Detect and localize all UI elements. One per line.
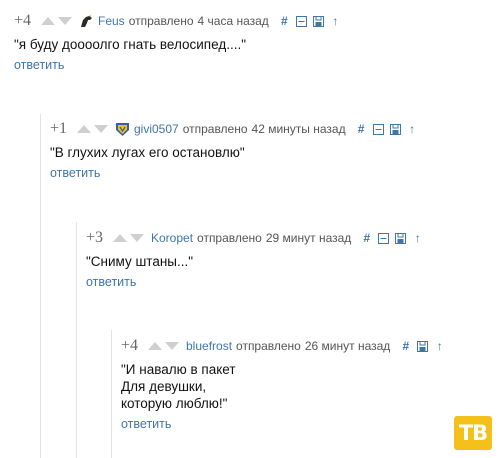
comment-time[interactable]: 29 минут назад [266,231,351,245]
collapse-icon[interactable] [378,232,390,245]
comment-text: "Сниму штаны..." [86,254,194,269]
vote-down-icon[interactable] [94,125,108,133]
parent-arrow-icon[interactable]: ↑ [412,231,423,245]
comment-feus: +4 Feus отправлено 4 часа назад # ↑ "я б… [14,12,347,74]
thread-line-2 [76,222,77,458]
vote-up-icon[interactable] [148,342,162,350]
save-icon[interactable] [395,232,407,245]
reply-link[interactable]: ответить [86,275,136,289]
comment-koropet: +3 Koropet отправлено 29 минут назад # ↑… [86,229,429,291]
comment-header: +4 Feus отправлено 4 часа назад # ↑ [14,12,347,30]
comment-header: +1 givi0507 отправлено 42 минуты назад #… [50,120,424,138]
comment-header: +4 bluefrost отправлено 26 минут назад #… [121,337,451,355]
comment-time[interactable]: 4 часа назад [198,14,269,28]
vote-down-icon[interactable] [130,234,144,242]
reply-link[interactable]: ответить [14,58,64,72]
parent-arrow-icon[interactable]: ↑ [434,339,445,353]
reply-link[interactable]: ответить [121,417,171,431]
comment-text: "И навалю в пакет Для девушки, которую л… [121,362,236,411]
parent-arrow-icon[interactable]: ↑ [407,122,418,136]
comment-author[interactable]: bluefrost [186,339,232,353]
comment-text: "я буду доооолго гнать велосипед...." [14,37,247,52]
comment-sent-label: отправлено [128,14,194,28]
vote-down-icon[interactable] [165,342,179,350]
comment-bluefrost: +4 bluefrost отправлено 26 минут назад #… [121,337,451,433]
permalink-icon[interactable]: # [356,122,367,136]
vote-down-icon[interactable] [58,17,72,25]
shield-badge-icon [115,122,130,137]
comment-header: +3 Koropet отправлено 29 минут назад # ↑ [86,229,429,247]
comment-time[interactable]: 42 минуты назад [252,122,346,136]
thread-line-3 [111,330,112,458]
reply-link[interactable]: ответить [50,166,100,180]
save-icon[interactable] [389,123,401,136]
comment-score: +3 [86,229,104,246]
comment-time[interactable]: 26 минут назад [305,339,390,353]
vote-up-icon[interactable] [41,17,55,25]
comment-sent-label: отправлено [197,231,262,245]
comment-score: +4 [121,337,139,354]
permalink-icon[interactable]: # [279,14,290,28]
comment-givi0507: +1 givi0507 отправлено 42 минуты назад #… [50,120,424,182]
comment-author[interactable]: givi0507 [134,122,179,136]
watermark-logo: ТВ [454,416,492,450]
permalink-icon[interactable]: # [400,339,411,353]
save-icon[interactable] [417,340,429,353]
comment-score: +4 [14,12,32,29]
permalink-icon[interactable]: # [361,231,372,245]
pony-silhouette-icon [79,13,94,29]
collapse-icon[interactable] [295,15,307,28]
comment-author[interactable]: Koropet [151,231,193,245]
comment-sent-label: отправлено [182,122,248,136]
save-icon[interactable] [312,15,324,28]
parent-arrow-icon[interactable]: ↑ [330,14,341,28]
comment-text: "В глухих лугах его остановлю" [50,145,245,160]
comment-author[interactable]: Feus [98,14,125,28]
vote-up-icon[interactable] [113,234,127,242]
comment-sent-label: отправлено [236,339,301,353]
vote-up-icon[interactable] [77,125,91,133]
collapse-icon[interactable] [372,123,384,136]
comment-score: +1 [50,120,68,137]
watermark-logo-text: ТВ [458,421,488,445]
thread-line-1 [40,114,41,458]
